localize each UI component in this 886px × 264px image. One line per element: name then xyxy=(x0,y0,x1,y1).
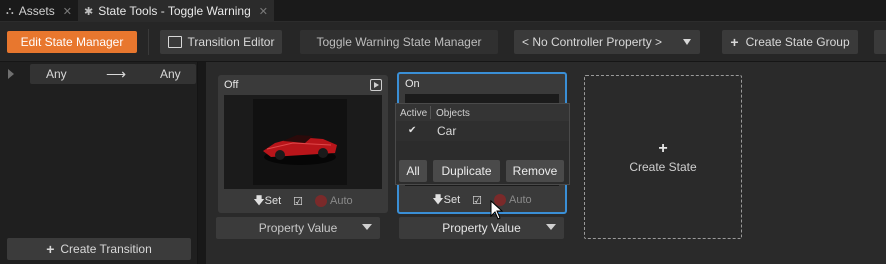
record-icon xyxy=(315,195,328,208)
controller-property-dropdown[interactable]: < No Controller Property > xyxy=(514,30,700,54)
transition-editor-label: Transition Editor xyxy=(187,35,275,49)
chevron-down-icon xyxy=(683,39,691,45)
edit-state-manager-button[interactable]: Edit State Manager xyxy=(7,31,137,53)
create-state-button[interactable]: + Create State xyxy=(584,75,742,239)
toolbar: Edit State Manager Transition Editor Tog… xyxy=(0,22,886,62)
tab-assets[interactable]: ⛬ Assets ✕ xyxy=(0,0,78,22)
plus-icon: + xyxy=(730,34,739,50)
mouse-cursor-icon xyxy=(490,200,504,220)
state-name: Off xyxy=(224,79,239,91)
state-title: Off xyxy=(218,75,388,95)
pane-splitter[interactable] xyxy=(198,62,206,264)
chevron-down-icon xyxy=(546,224,556,230)
assets-icon: ⛬ xyxy=(6,4,14,17)
tab-state-tools-label: State Tools - Toggle Warning xyxy=(98,4,251,18)
create-state-label: Create State xyxy=(629,160,697,174)
auto-label: Auto xyxy=(509,193,532,206)
create-transition-label: Create Transition xyxy=(60,242,152,256)
checkmark-icon[interactable]: ✔ xyxy=(408,125,416,136)
close-icon[interactable]: ✕ xyxy=(259,5,268,18)
car-image xyxy=(263,135,337,165)
list-item[interactable]: ✔ Car xyxy=(396,121,569,141)
auto-button[interactable]: Auto xyxy=(315,194,353,208)
arrow-down-icon: 🡇 xyxy=(253,194,265,207)
controller-property-label: < No Controller Property > xyxy=(522,35,663,49)
state-thumbnail xyxy=(224,95,382,189)
remove-button[interactable]: Remove xyxy=(506,160,564,182)
all-button[interactable]: All xyxy=(399,160,427,182)
set-button[interactable]: 🡇Set xyxy=(432,191,460,210)
expand-icon[interactable] xyxy=(8,66,18,82)
transition-from: Any xyxy=(46,67,67,81)
state-tools-icon: ✱ xyxy=(84,5,94,18)
state-card-off[interactable]: Off 🡇Set ☑ Auto xyxy=(218,75,388,213)
set-button[interactable]: 🡇Set xyxy=(253,192,281,211)
tab-state-tools[interactable]: ✱ State Tools - Toggle Warning ✕ xyxy=(78,0,274,22)
state-title: On xyxy=(399,74,565,94)
transition-row[interactable]: Any ⟶ Any xyxy=(30,64,196,84)
edit-objects-icon[interactable]: ☑ xyxy=(472,194,482,207)
edit-objects-icon[interactable]: ☑ xyxy=(293,195,303,208)
plus-icon: + xyxy=(46,241,55,257)
popup-header: Active Objects xyxy=(396,104,569,121)
transition-to: Any xyxy=(160,67,181,81)
create-state-group-label: Create State Group xyxy=(745,35,850,49)
duplicate-button[interactable]: Duplicate xyxy=(433,160,500,182)
play-icon[interactable] xyxy=(370,79,382,91)
object-name: Car xyxy=(437,124,457,138)
arrow-down-icon: 🡇 xyxy=(432,193,444,206)
state-name: On xyxy=(405,78,420,90)
toolbar-divider xyxy=(148,29,149,55)
state-property-dropdown[interactable]: Property Value xyxy=(399,217,564,239)
column-active: Active xyxy=(400,108,428,119)
state-actions: 🡇Set ☑ Auto xyxy=(399,188,565,212)
state-manager-name: Toggle Warning State Manager xyxy=(300,30,498,54)
transition-editor-icon xyxy=(167,36,182,48)
plus-icon: + xyxy=(658,140,668,157)
transitions-pane: Any ⟶ Any + Create Transition xyxy=(0,62,198,264)
property-value-label: Property Value xyxy=(442,221,521,235)
create-state-group-button[interactable]: + Create State Group xyxy=(722,30,858,54)
tab-bar: ⛬ Assets ✕ ✱ State Tools - Toggle Warnin… xyxy=(0,0,886,22)
close-icon[interactable]: ✕ xyxy=(63,5,72,18)
chevron-down-icon xyxy=(362,224,372,230)
set-label: Set xyxy=(443,193,461,206)
auto-label: Auto xyxy=(330,194,353,207)
column-divider xyxy=(430,106,431,119)
property-value-label: Property Value xyxy=(258,221,338,235)
create-transition-button[interactable]: + Create Transition xyxy=(7,238,191,260)
state-objects-popup: Active Objects ✔ Car All Duplicate Remov… xyxy=(395,103,570,185)
arrow-right-icon: ⟶ xyxy=(106,65,127,82)
transition-editor-button[interactable]: Transition Editor xyxy=(160,30,282,54)
column-objects: Objects xyxy=(436,108,470,119)
car-preview-image xyxy=(253,99,347,185)
state-actions: 🡇Set ☑ Auto xyxy=(218,189,388,213)
toolbar-overflow-button[interactable] xyxy=(874,30,886,54)
tab-assets-label: Assets xyxy=(18,4,55,18)
state-property-dropdown[interactable]: Property Value xyxy=(216,217,380,239)
set-label: Set xyxy=(264,194,282,207)
